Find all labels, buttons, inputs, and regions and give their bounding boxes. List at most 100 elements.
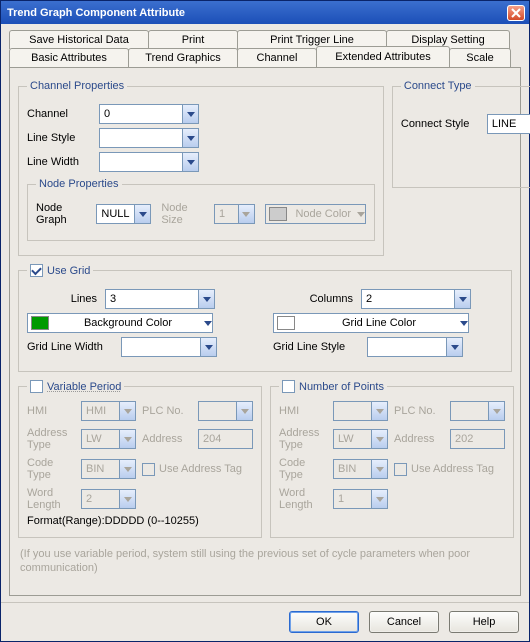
node-color-swatch	[269, 207, 287, 221]
chevron-down-icon	[241, 409, 249, 414]
close-icon	[511, 8, 521, 18]
group-number-of-points: Number of Points HMI PLC No. Address Typ…	[270, 380, 514, 538]
window-title: Trend Graph Component Attribute	[7, 7, 507, 19]
tab-print[interactable]: Print	[148, 30, 238, 49]
tab-extended-attributes[interactable]: Extended Attributes	[316, 46, 450, 68]
np-address-input: 202	[450, 429, 505, 449]
use-grid-checkbox[interactable]: Use Grid	[30, 264, 90, 277]
label-code-type: Code Type	[27, 457, 75, 481]
channel-combo[interactable]: 0	[99, 104, 199, 124]
label-address-type: Address Type	[27, 427, 75, 451]
group-use-grid: Use Grid Lines 3	[18, 264, 512, 372]
chevron-down-icon	[204, 321, 212, 326]
label-code-type: Code Type	[279, 457, 327, 481]
label-address: Address	[142, 433, 192, 445]
grid-line-color-combo[interactable]: Grid Line Color	[273, 313, 469, 333]
legend-node-properties: Node Properties	[36, 178, 122, 190]
line-width-combo[interactable]	[99, 152, 199, 172]
dialog-footer: OK Cancel Help	[1, 602, 529, 641]
legend-channel-properties: Channel Properties	[27, 80, 127, 92]
chevron-down-icon	[124, 467, 132, 472]
node-size-combo: 1	[214, 204, 255, 224]
label-address-type: Address Type	[279, 427, 327, 451]
background-color-swatch	[31, 316, 49, 330]
chevron-down-icon	[493, 409, 501, 414]
vp-address-input: 204	[198, 429, 253, 449]
chevron-down-icon	[187, 136, 195, 141]
label-hmi: HMI	[27, 405, 75, 417]
group-connect-type: Connect Type Connect Style LINE	[392, 80, 530, 188]
vp-use-address-tag-checkbox: Use Address Tag	[142, 463, 253, 476]
label-address: Address	[394, 433, 444, 445]
chevron-down-icon	[459, 297, 467, 302]
vp-addrtype-combo: LW	[81, 429, 136, 449]
chevron-down-icon	[203, 297, 211, 302]
tab-trend-graphics[interactable]: Trend Graphics	[128, 48, 238, 68]
label-node-size: Node Size	[161, 202, 204, 226]
label-lines: Lines	[27, 293, 97, 305]
np-codetype-combo: BIN	[333, 459, 388, 479]
connect-style-combo[interactable]: LINE	[487, 114, 530, 134]
label-channel: Channel	[27, 108, 91, 120]
grid-line-style-combo[interactable]	[367, 337, 463, 357]
label-hmi: HMI	[279, 405, 327, 417]
grid-line-color-swatch	[277, 316, 295, 330]
np-hmi-combo	[333, 401, 388, 421]
label-grid-line-width: Grid Line Width	[27, 341, 113, 353]
label-columns: Columns	[273, 293, 353, 305]
variable-period-checkbox[interactable]: Variable Period	[30, 380, 121, 393]
group-node-properties: Node Properties Node Graph NULL Node Siz…	[27, 178, 375, 241]
label-line-width: Line Width	[27, 156, 91, 168]
chevron-down-icon	[357, 212, 365, 217]
number-of-points-checkbox[interactable]: Number of Points	[282, 380, 384, 393]
chevron-down-icon	[376, 467, 384, 472]
label-grid-line-style: Grid Line Style	[273, 341, 359, 353]
node-graph-combo[interactable]: NULL	[96, 204, 151, 224]
cancel-button[interactable]: Cancel	[369, 611, 439, 633]
line-style-combo[interactable]	[99, 128, 199, 148]
help-button[interactable]: Help	[449, 611, 519, 633]
chevron-down-icon	[205, 345, 213, 350]
dialog-window: Trend Graph Component Attribute Save His…	[0, 0, 530, 642]
close-button[interactable]	[507, 5, 525, 21]
format-text: Format(Range):DDDDD (0--10255)	[27, 515, 253, 527]
np-addrtype-combo: LW	[333, 429, 388, 449]
chevron-down-icon	[124, 409, 132, 414]
label-node-graph: Node Graph	[36, 202, 86, 226]
tab-save-historical-data[interactable]: Save Historical Data	[9, 30, 149, 49]
group-channel-properties: Channel Properties Channel 0 Line Style	[18, 80, 384, 256]
chevron-down-icon	[242, 212, 250, 217]
chevron-down-icon	[376, 497, 384, 502]
vp-plcno-combo	[198, 401, 253, 421]
chevron-down-icon	[376, 409, 384, 414]
ok-button[interactable]: OK	[289, 611, 359, 633]
chevron-down-icon	[451, 345, 459, 350]
vp-hmi-combo: HMI	[81, 401, 136, 421]
label-plc-no: PLC No.	[394, 405, 444, 417]
lines-combo[interactable]: 3	[105, 289, 215, 309]
vp-wordlen-combo: 2	[81, 489, 136, 509]
tab-channel[interactable]: Channel	[237, 48, 317, 68]
group-variable-period: Variable Period HMI HMI PLC No. Address …	[18, 380, 262, 538]
label-word-length: Word Length	[27, 487, 75, 511]
chevron-down-icon	[139, 212, 147, 217]
chevron-down-icon	[376, 437, 384, 442]
title-bar: Trend Graph Component Attribute	[1, 1, 529, 24]
tab-basic-attributes[interactable]: Basic Attributes	[9, 48, 129, 68]
node-color-combo: Node Color	[265, 204, 366, 224]
chevron-down-icon	[187, 160, 195, 165]
chevron-down-icon	[124, 437, 132, 442]
chevron-down-icon	[187, 112, 195, 117]
np-use-address-tag-checkbox: Use Address Tag	[394, 463, 505, 476]
chevron-down-icon	[460, 321, 468, 326]
label-word-length: Word Length	[279, 487, 327, 511]
np-plcno-combo	[450, 401, 505, 421]
np-wordlen-combo: 1	[333, 489, 388, 509]
background-color-combo[interactable]: Background Color	[27, 313, 213, 333]
info-text: (If you use variable period, system stil…	[20, 548, 510, 576]
chevron-down-icon	[124, 497, 132, 502]
vp-codetype-combo: BIN	[81, 459, 136, 479]
grid-line-width-combo[interactable]	[121, 337, 217, 357]
columns-combo[interactable]: 2	[361, 289, 471, 309]
tab-scale[interactable]: Scale	[449, 48, 511, 68]
